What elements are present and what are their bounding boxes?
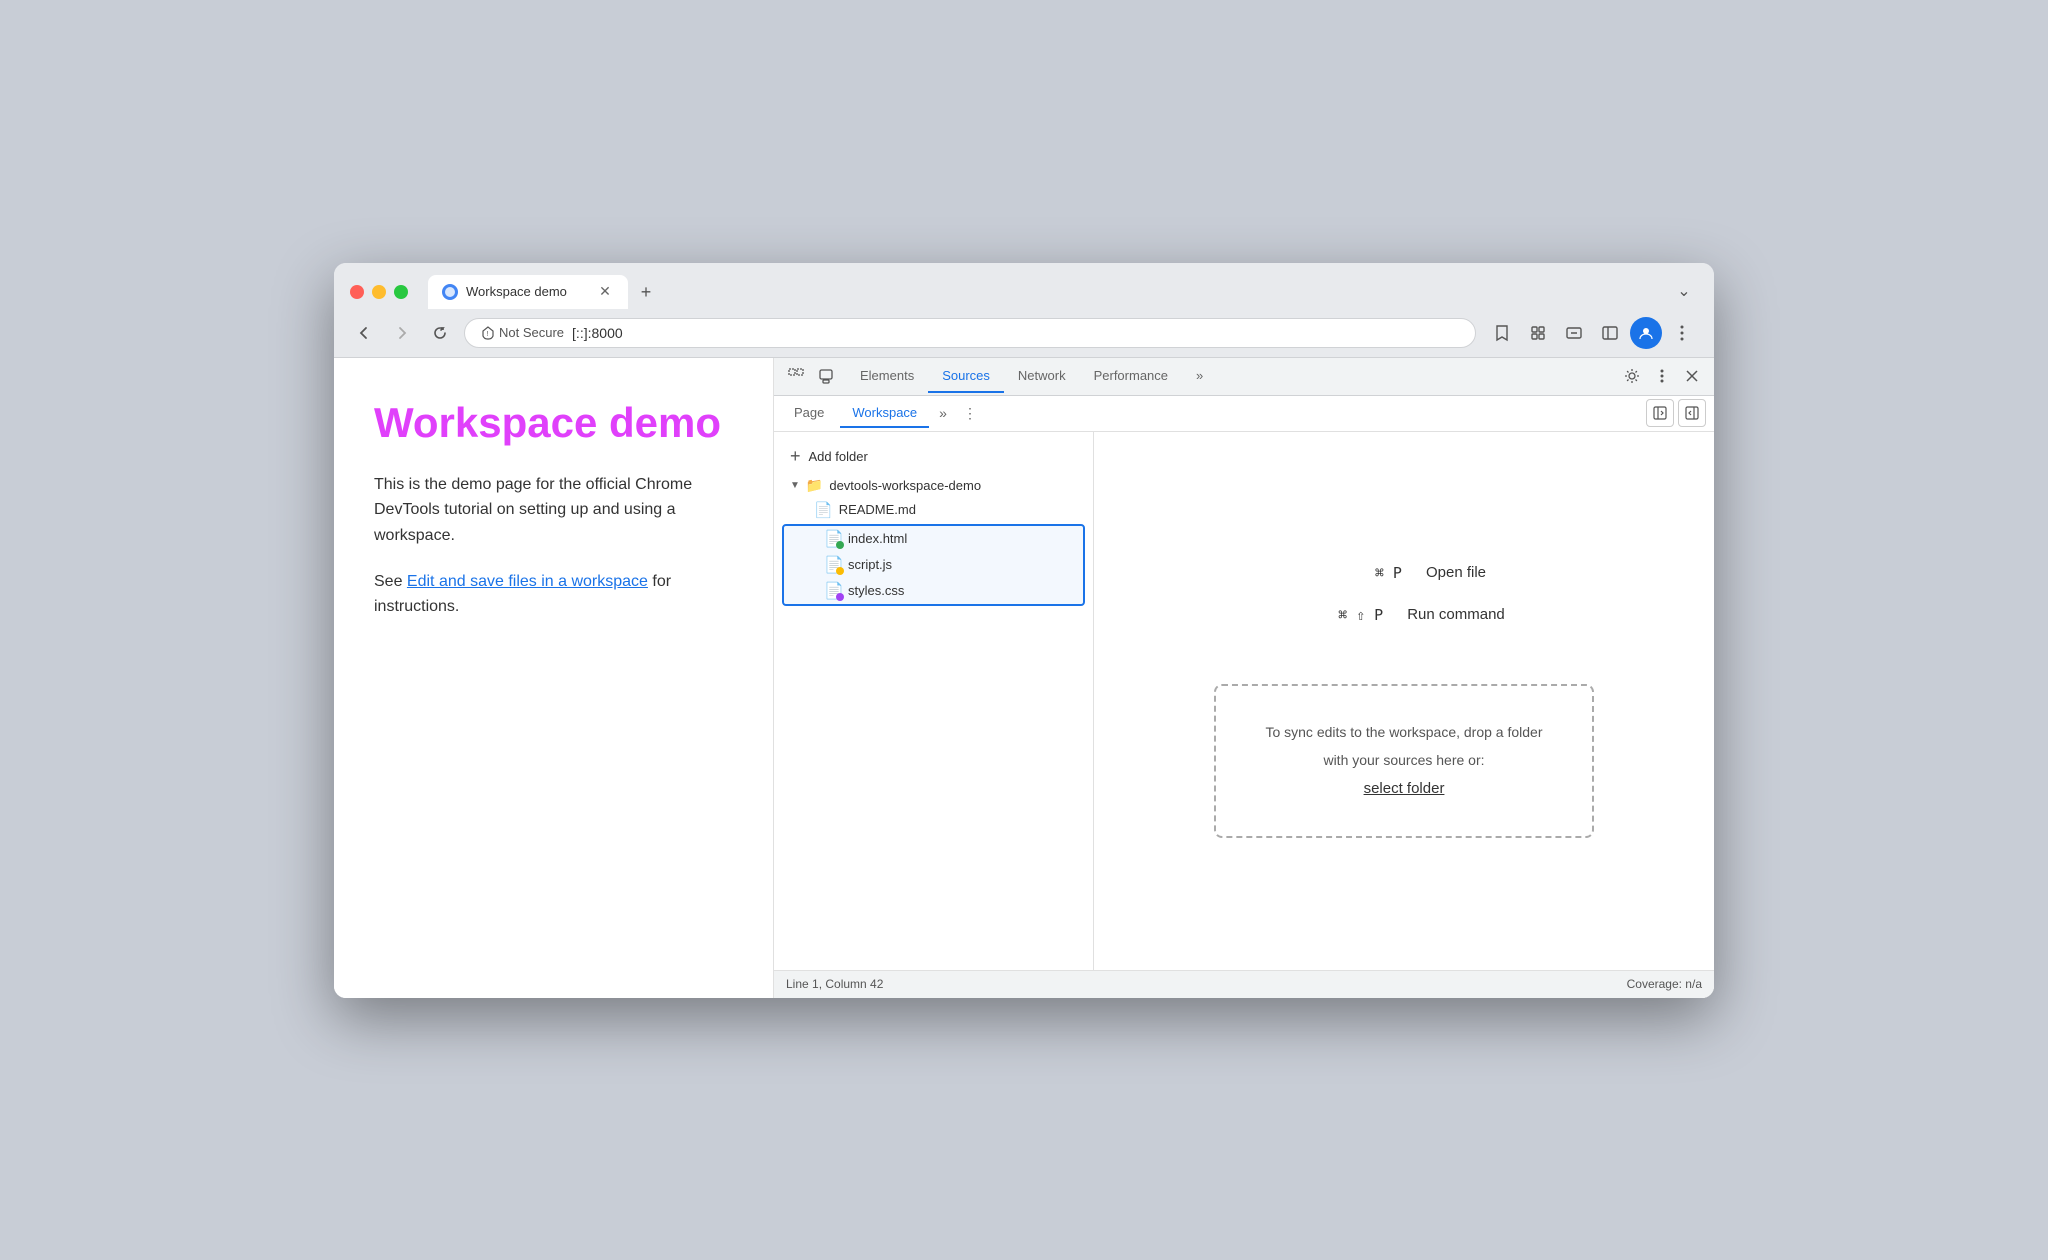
tab-bar: Workspace demo ✕ + — [428, 275, 1658, 309]
readme-file-icon: 📄 — [814, 501, 833, 519]
highlighted-files-group: 📄 index.html 📄 script.js — [782, 524, 1085, 606]
tab-title: Workspace demo — [466, 284, 567, 299]
devtools-content: + Add folder ▼ 📁 devtools-workspace-demo… — [774, 432, 1714, 970]
folder-icon: 📁 — [806, 477, 823, 494]
styles-filename: styles.css — [848, 583, 904, 598]
workspace-link[interactable]: Edit and save files in a workspace — [407, 573, 648, 590]
status-position: Line 1, Column 42 — [786, 977, 883, 991]
script-file-icon-wrapper: 📄 — [824, 555, 842, 575]
run-command-shortcut: ⌘ ⇧ P — [1303, 606, 1383, 624]
devtools-secondary-bar: Page Workspace » ⋮ — [774, 396, 1714, 432]
see-prefix: See — [374, 573, 407, 590]
secondary-right-actions — [1646, 399, 1706, 427]
secondary-tab-workspace[interactable]: Workspace — [840, 399, 929, 428]
forward-button[interactable] — [388, 319, 416, 347]
maximize-button[interactable] — [394, 285, 408, 299]
devtools-main-tabs: Elements Sources Network Performance » — [846, 360, 1616, 393]
browser-window: Workspace demo ✕ + ⌄ ! Not Secure [::]:8… — [334, 263, 1714, 998]
devtools-status-bar: Line 1, Column 42 Coverage: n/a — [774, 970, 1714, 998]
tab-more-button[interactable]: ⌄ — [1670, 277, 1698, 305]
open-file-shortcut: ⌘ P — [1322, 564, 1402, 582]
add-folder-button[interactable]: + Add folder — [774, 440, 1093, 473]
file-item-readme[interactable]: 📄 README.md — [774, 498, 1093, 522]
profile-icon[interactable] — [1630, 317, 1662, 349]
tab-favicon — [442, 284, 458, 300]
new-tab-button[interactable]: + — [632, 279, 660, 307]
back-button[interactable] — [350, 319, 378, 347]
url-bar[interactable]: ! Not Secure [::]:8000 — [464, 318, 1476, 348]
tab-sources[interactable]: Sources — [928, 360, 1004, 393]
open-file-label: Open file — [1426, 564, 1486, 581]
tab-network[interactable]: Network — [1004, 360, 1080, 393]
file-item-styles[interactable]: 📄 styles.css — [784, 578, 1083, 604]
script-dot-orange — [836, 567, 844, 575]
run-command-label: Run command — [1407, 606, 1505, 623]
index-file-icon-wrapper: 📄 — [824, 529, 842, 549]
settings-icon[interactable] — [1618, 362, 1646, 390]
styles-file-icon-wrapper: 📄 — [824, 581, 842, 601]
browser-toolbar-icons — [1486, 317, 1698, 349]
collapse-right-panel-icon[interactable] — [1678, 399, 1706, 427]
folder-name: devtools-workspace-demo — [829, 478, 981, 493]
devtools-icon[interactable] — [1558, 317, 1590, 349]
index-dot-green — [836, 541, 844, 549]
traffic-lights — [350, 285, 408, 299]
url-text: [::]:8000 — [572, 325, 623, 341]
secondary-more-button[interactable]: » — [933, 401, 953, 425]
tab-more[interactable]: » — [1182, 360, 1217, 393]
sidebar-icon[interactable] — [1594, 317, 1626, 349]
tab-close-button[interactable]: ✕ — [596, 283, 614, 301]
secondary-tab-page[interactable]: Page — [782, 399, 836, 428]
file-tree-panel: + Add folder ▼ 📁 devtools-workspace-demo… — [774, 432, 1094, 970]
security-indicator: ! Not Secure — [481, 325, 564, 340]
bookmark-icon[interactable] — [1486, 317, 1518, 349]
styles-dot-purple — [836, 593, 844, 601]
address-bar: ! Not Secure [::]:8000 — [334, 309, 1714, 358]
add-folder-label: Add folder — [809, 449, 868, 464]
add-folder-plus-icon: + — [790, 446, 801, 467]
title-bar: Workspace demo ✕ + ⌄ — [334, 263, 1714, 309]
active-tab[interactable]: Workspace demo ✕ — [428, 275, 628, 309]
drop-zone[interactable]: To sync edits to the workspace, drop a f… — [1214, 684, 1594, 838]
inspect-element-icon[interactable] — [782, 362, 810, 390]
minimize-button[interactable] — [372, 285, 386, 299]
shortcut-run-command: ⌘ ⇧ P Run command — [1114, 606, 1694, 624]
readme-filename: README.md — [839, 502, 916, 517]
not-secure-text: Not Secure — [499, 325, 564, 340]
page-see-also: See Edit and save files in a workspace f… — [374, 569, 733, 620]
reload-button[interactable] — [426, 319, 454, 347]
page-title: Workspace demo — [374, 398, 733, 448]
devtools-more-icon[interactable] — [1648, 362, 1676, 390]
secondary-dots-button[interactable]: ⋮ — [957, 401, 983, 426]
close-button[interactable] — [350, 285, 364, 299]
main-content: Workspace demo This is the demo page for… — [334, 358, 1714, 998]
chrome-menu-icon[interactable] — [1666, 317, 1698, 349]
devtools-panel: Elements Sources Network Performance » — [774, 358, 1714, 998]
svg-text:!: ! — [487, 331, 489, 338]
index-filename: index.html — [848, 531, 907, 546]
devtools-toolbar: Elements Sources Network Performance » — [774, 358, 1714, 396]
close-devtools-icon[interactable] — [1678, 362, 1706, 390]
webpage-content: Workspace demo This is the demo page for… — [334, 358, 774, 998]
status-coverage: Coverage: n/a — [1627, 977, 1702, 991]
shortcut-open-file: ⌘ P Open file — [1114, 564, 1694, 582]
tab-elements[interactable]: Elements — [846, 360, 928, 393]
tab-performance[interactable]: Performance — [1080, 360, 1182, 393]
file-item-index[interactable]: 📄 index.html — [784, 526, 1083, 552]
file-item-script[interactable]: 📄 script.js — [784, 552, 1083, 578]
device-toolbar-icon[interactable] — [812, 362, 840, 390]
script-filename: script.js — [848, 557, 892, 572]
extensions-icon[interactable] — [1522, 317, 1554, 349]
folder-item[interactable]: ▼ 📁 devtools-workspace-demo — [774, 473, 1093, 498]
select-folder-link[interactable]: select folder — [1364, 780, 1445, 797]
drop-zone-text: To sync edits to the workspace, drop a f… — [1265, 724, 1542, 768]
page-description: This is the demo page for the official C… — [374, 472, 733, 549]
devtools-toolbar-right — [1618, 362, 1706, 390]
editor-panel: ⌘ P Open file ⌘ ⇧ P Run command To sync … — [1094, 432, 1714, 970]
collapse-left-panel-icon[interactable] — [1646, 399, 1674, 427]
folder-arrow-icon: ▼ — [790, 480, 800, 491]
